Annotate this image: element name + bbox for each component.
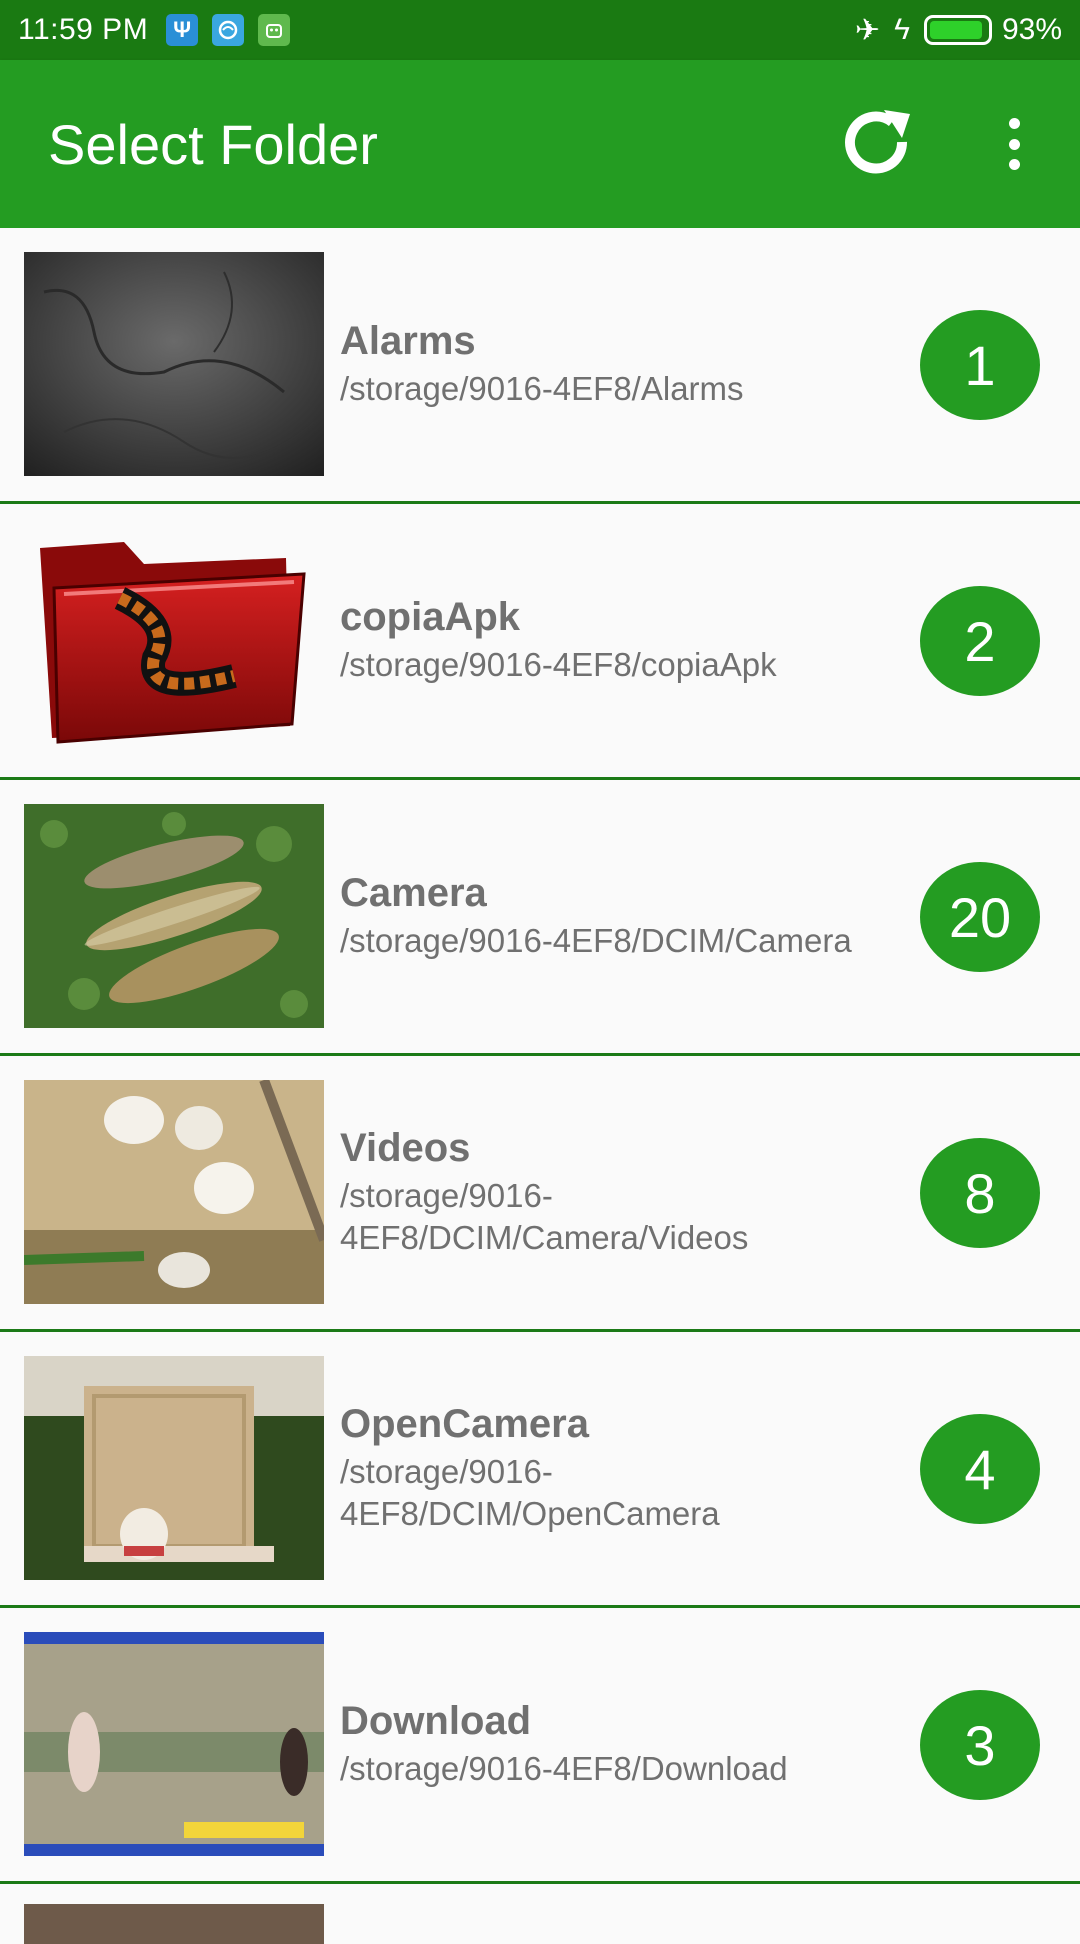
refresh-icon[interactable] [836,102,920,186]
folder-name: Download [340,1699,532,1743]
folder-item-download[interactable]: Download /storage/9016-4EF8/Download 3 [0,1608,1080,1884]
folder-name: Videos [340,1126,471,1170]
folder-info: Camera /storage/9016-4EF8/DCIM/Camera [340,780,910,1053]
folder-path: /storage/9016-4EF8/copiaApk [340,646,777,683]
item-count-badge: 20 [920,862,1040,972]
folder-list: Alarms /storage/9016-4EF8/Alarms 1 copia… [0,228,1080,1944]
folder-info: copiaApk /storage/9016-4EF8/copiaApk [340,504,910,777]
page-title: Select Folder [48,112,378,176]
status-time: 11:59 PM [18,13,149,46]
folder-item-alarms[interactable]: Alarms /storage/9016-4EF8/Alarms 1 [0,228,1080,504]
item-count-badge: 4 [920,1414,1040,1524]
folder-path: /storage/9016-4EF8/Alarms [340,370,744,407]
app-bar: Select Folder [0,60,1080,228]
item-count-badge: 1 [920,310,1040,420]
folder-name: copiaApk [340,595,521,639]
folder-thumbnail [24,252,324,476]
folder-info: Videos /storage/9016-4EF8/DCIM/Camera/Vi… [340,1056,910,1329]
swiftkey-icon [212,14,245,46]
folder-thumbnail [24,1080,324,1304]
item-count-badge: 2 [920,586,1040,696]
battery-icon [923,15,992,45]
folder-info: OpenCamera /storage/9016-4EF8/DCIM/OpenC… [340,1332,910,1605]
folder-name: Alarms [340,319,476,363]
folder-thumbnail [24,1356,324,1580]
folder-item-copiaapk[interactable]: copiaApk /storage/9016-4EF8/copiaApk 2 [0,504,1080,780]
folder-path: /storage/9016-4EF8/Download [340,1750,788,1787]
folder-thumbnail [24,1632,324,1856]
more-options-icon[interactable] [990,112,1038,176]
folder-path: /storage/9016-4EF8/DCIM/Camera/Videos [340,1177,749,1256]
folder-item-camera[interactable]: Camera /storage/9016-4EF8/DCIM/Camera 20 [0,780,1080,1056]
status-bar: 11:59 PM Ψ ✈ ϟ 93% [0,0,1080,60]
folder-name: OpenCamera [340,1402,589,1446]
folder-item-videos[interactable]: Videos /storage/9016-4EF8/DCIM/Camera/Vi… [0,1056,1080,1332]
battery-percent: 93% [1001,13,1062,46]
folder-path: /storage/9016-4EF8/DCIM/OpenCamera [340,1453,720,1532]
folder-name: Camera [340,871,487,915]
android-bot-icon [258,14,291,46]
airplane-icon: ✈ [854,13,881,47]
usb-icon: Ψ [166,14,199,46]
folder-thumbnail [24,804,324,1028]
folder-thumbnail [24,1904,324,1944]
item-count-badge: 8 [920,1138,1040,1248]
folder-thumbnail [24,528,324,752]
folder-info: Download /storage/9016-4EF8/Download [340,1608,910,1881]
folder-item-opencamera[interactable]: OpenCamera /storage/9016-4EF8/DCIM/OpenC… [0,1332,1080,1608]
item-count-badge: 3 [920,1690,1040,1800]
folder-item-partial[interactable] [0,1884,1080,1944]
charging-icon: ϟ [894,13,910,46]
folder-path: /storage/9016-4EF8/DCIM/Camera [340,922,852,959]
folder-info: Alarms /storage/9016-4EF8/Alarms [340,228,910,501]
battery-level-fill [929,21,983,39]
